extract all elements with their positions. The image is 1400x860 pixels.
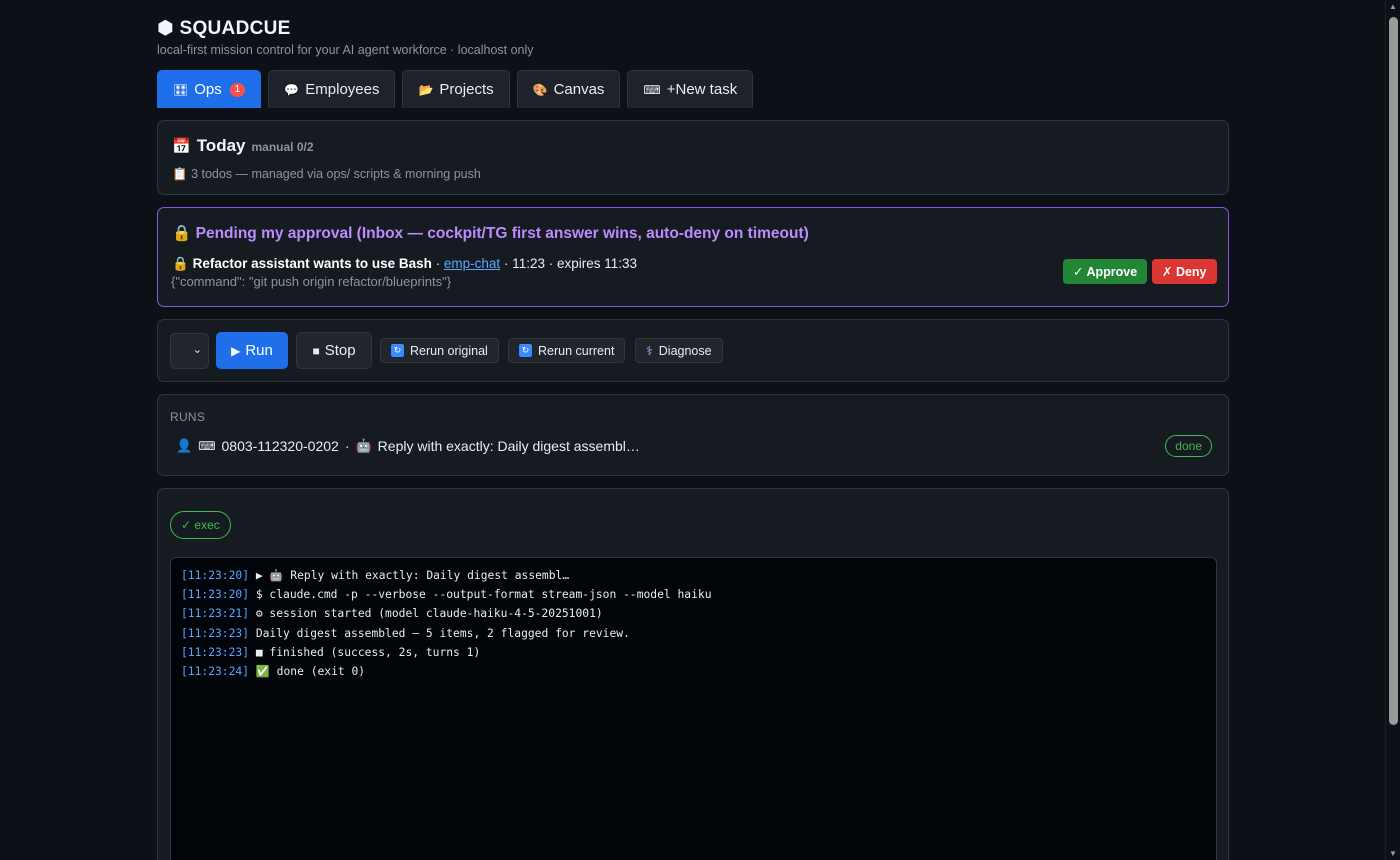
today-card: 📅 Today manual 0/2 📋 3 todos — managed v… [157,120,1229,195]
log-text: ▶ 🤖 Reply with exactly: Daily digest ass… [249,569,570,582]
page-scrollbar[interactable]: ▲ ▼ [1385,0,1400,860]
separator: · [431,256,444,271]
tab-label: Employees [305,81,380,98]
log-timestamp: [11:23:23] [181,626,250,640]
brand-subtitle: local-first mission control for your AI … [157,43,534,57]
run-button[interactable]: ▶ Run [216,332,288,369]
stop-icon: ■ [312,343,320,358]
notification-badge: 1 [229,82,246,97]
log-line: [11:23:20] ▶ 🤖 Reply with exactly: Daily… [181,569,1206,588]
today-note-text: 3 todos — managed via ops/ scripts & mor… [191,167,481,181]
control-knobs-icon: 🎛 [173,82,189,97]
log-text: $ claude.cmd -p --verbose --output-forma… [249,588,712,602]
app-root: ⬢ SQUADCUE local-first mission control f… [0,0,1400,860]
tab-bar: 🎛 Ops 1 💬 Employees 📂 Projects 🎨 Canvas … [157,70,754,108]
today-header: 📅 Today manual 0/2 [172,136,314,156]
log-line: [11:23:23] Daily digest assembled — 5 it… [181,627,1206,646]
rerun-original-button[interactable]: ↻ Rerun original [380,338,499,363]
tab-projects[interactable]: 📂 Projects [402,70,510,108]
chevron-down-icon: ⌄ [192,344,202,356]
today-meta: manual 0/2 [251,140,314,154]
log-text: ✅ done (exit 0) [249,664,366,678]
today-title: Today [196,136,246,155]
approval-heading: 🔒 Pending my approval (Inbox — cockpit/T… [172,224,809,243]
log-line: [11:23:21] ⚙ session started (model clau… [181,607,1206,626]
robot-icon: 🤖 [355,438,372,453]
log-timestamp: [11:23:24] [181,664,250,678]
play-icon: ▶ [231,343,241,358]
user-icon: 👤 [176,438,193,453]
approve-button[interactable]: ✓ Approve [1063,259,1148,284]
tab-label: Projects [439,81,494,98]
log-timestamp: [11:23:20] [181,588,250,602]
deny-button[interactable]: ✗ Deny [1152,259,1217,284]
log-timestamp: [11:23:23] [181,645,250,659]
stop-label: Stop [324,342,356,359]
calendar-icon: 📅 [172,138,191,155]
rerun-original-label: Rerun original [410,343,488,358]
approval-card: 🔒 Pending my approval (Inbox — cockpit/T… [157,207,1229,307]
tab-ops[interactable]: 🎛 Ops 1 [157,70,262,108]
brand-name: SQUADCUE [179,18,291,39]
repeat-icon: ↻ [519,344,532,357]
exec-status-pill: ✓ exec [170,511,231,539]
run-id: 0803-112320-0202 [221,438,339,454]
today-note: 📋 3 todos — managed via ops/ scripts & m… [172,167,481,182]
run-log-card: ✓ exec [11:23:20] ▶ 🤖 Reply with exactly… [157,488,1229,860]
lock-icon: 🔒 [172,256,189,271]
repeat-icon: ↻ [391,344,404,357]
scroll-up-arrow-icon[interactable]: ▲ [1389,2,1397,11]
run-controls: ⌄ ▶ Run ■ Stop ↻ Rerun original ↻ Rerun … [157,319,1229,382]
run-label: Run [245,342,273,359]
runs-heading: RUNS [170,410,206,424]
approval-request: 🔒 Refactor assistant wants to use Bash ·… [172,256,637,272]
tab-new-task[interactable]: ⌨ +New task [627,70,754,108]
tab-label: Ops [194,81,222,98]
log-text: Daily digest assembled — 5 items, 2 flag… [249,626,630,640]
rerun-current-button[interactable]: ↻ Rerun current [508,338,626,363]
runs-card: RUNS 👤 ⌨ 0803-112320-0202 · 🤖 Reply with… [157,394,1229,476]
diagnose-button[interactable]: ⚕ Diagnose [635,338,723,363]
palette-icon: 🎨 [532,82,548,97]
log-text: ■ finished (success, 2s, turns 1) [249,645,481,659]
log-timestamp: [11:23:21] [181,607,250,621]
lock-icon: 🔒 [172,225,192,242]
stop-button[interactable]: ■ Stop [296,332,372,369]
approval-heading-text: Pending my approval (Inbox — cockpit/TG … [195,225,809,242]
approval-request-text: Refactor assistant wants to use Bash [192,256,432,271]
rerun-current-label: Rerun current [538,343,615,358]
tab-canvas[interactable]: 🎨 Canvas [516,70,621,108]
run-target-select[interactable]: ⌄ [170,333,209,369]
source-link[interactable]: emp-chat [444,256,500,271]
log-timestamp: [11:23:20] [181,569,250,582]
speech-bubble-icon: 💬 [284,82,300,97]
tab-label: +New task [666,81,738,98]
diagnose-label: Diagnose [658,343,712,358]
keyboard-icon: ⌨ [643,82,661,97]
stethoscope-icon: ⚕ [646,344,653,358]
log-text: ⚙ session started (model claude-haiku-4-… [249,607,603,621]
approval-time-info: · 11:23 · expires 11:33 [500,256,638,271]
scroll-down-arrow-icon[interactable]: ▼ [1389,849,1397,858]
hexagon-icon: ⬢ [157,18,174,39]
keyboard-icon: ⌨ [198,439,216,453]
log-line: [11:23:24] ✅ done (exit 0) [181,665,1206,684]
log-line: [11:23:20] $ claude.cmd -p --verbose --o… [181,588,1206,607]
log-terminal[interactable]: [11:23:20] ▶ 🤖 Reply with exactly: Daily… [170,557,1217,860]
log-line: [11:23:23] ■ finished (success, 2s, turn… [181,646,1206,665]
tab-label: Canvas [553,81,605,98]
brand-title: ⬢ SQUADCUE [157,17,291,40]
folder-icon: 📂 [418,82,434,97]
status-badge: done [1165,435,1212,457]
separator: · [344,438,350,454]
approval-payload: {"command": "git push origin refactor/bl… [171,274,452,289]
tab-employees[interactable]: 💬 Employees [268,70,396,108]
run-description: Reply with exactly: Daily digest assembl… [377,438,640,454]
clipboard-icon: 📋 [172,167,188,181]
scrollbar-thumb[interactable] [1389,17,1398,725]
run-list-item[interactable]: 👤 ⌨ 0803-112320-0202 · 🤖 Reply with exac… [176,438,640,454]
